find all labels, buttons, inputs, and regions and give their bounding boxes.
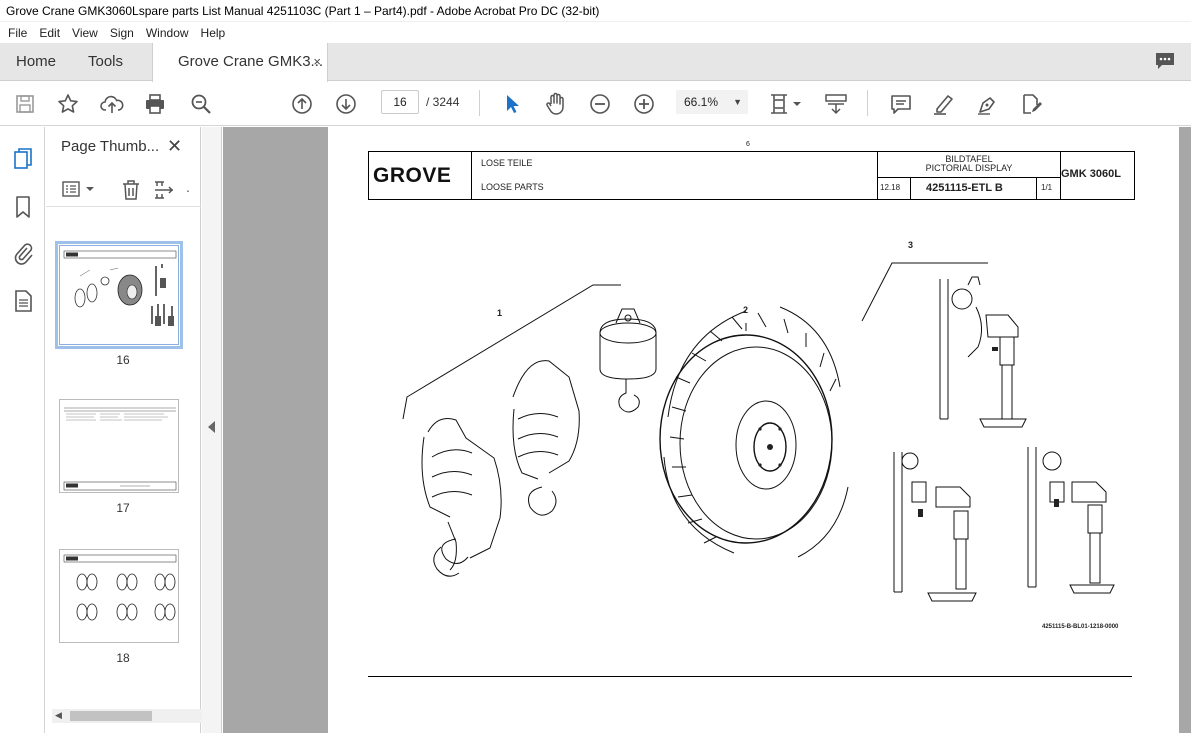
page-thumbnails-icon[interactable] bbox=[12, 147, 34, 171]
hand-icon[interactable] bbox=[544, 92, 568, 116]
window-title: Grove Crane GMK3060Lspare parts List Man… bbox=[0, 0, 1191, 22]
chat-icon[interactable] bbox=[1155, 52, 1175, 70]
delete-icon[interactable] bbox=[121, 179, 141, 201]
extract-pages-icon[interactable] bbox=[153, 179, 175, 201]
callout-2: 2 bbox=[743, 305, 749, 315]
thumbnail-page-number: 17 bbox=[116, 501, 130, 515]
panel-splitter[interactable] bbox=[202, 127, 222, 733]
callout-1: 1 bbox=[497, 308, 503, 318]
scroll-mode-icon[interactable] bbox=[824, 92, 848, 116]
zoom-in-icon[interactable] bbox=[632, 92, 656, 116]
sign-icon[interactable] bbox=[976, 92, 1000, 116]
bookmarks-icon[interactable] bbox=[12, 195, 34, 219]
zoom-select[interactable]: 66.1% ▼ bbox=[676, 90, 748, 114]
tab-close-icon[interactable]: × bbox=[313, 43, 321, 81]
chevron-down-icon: ▼ bbox=[733, 97, 742, 107]
highlight-icon[interactable] bbox=[932, 92, 956, 116]
bookmark-star-icon[interactable] bbox=[56, 92, 80, 116]
zoom-value: 66.1% bbox=[684, 95, 719, 109]
attachments-icon[interactable] bbox=[12, 241, 34, 265]
search-zoom-icon[interactable] bbox=[189, 92, 213, 116]
panel-toolbar: . bbox=[46, 171, 201, 207]
panel-title: Page Thumb... bbox=[61, 138, 160, 155]
pdf-page: 6 BILDTAFEL PICTORIAL DISPLAY 12.18 4251… bbox=[328, 127, 1179, 733]
print-icon[interactable] bbox=[143, 92, 167, 116]
tab-tools[interactable]: Tools bbox=[88, 43, 123, 81]
collapse-panel-icon[interactable] bbox=[208, 421, 215, 433]
thumbnail-hscrollbar[interactable]: ◀ ▶ bbox=[52, 709, 222, 723]
footer-rule bbox=[368, 676, 1132, 677]
tab-document-label: Grove Crane GMK3... bbox=[178, 53, 324, 70]
left-rail bbox=[0, 127, 45, 733]
document-view[interactable]: 6 BILDTAFEL PICTORIAL DISPLAY 12.18 4251… bbox=[223, 127, 1191, 733]
tab-home[interactable]: Home bbox=[16, 43, 56, 81]
tab-bar: Home Tools Grove Crane GMK3... × bbox=[0, 43, 1191, 82]
scroll-left-icon[interactable]: ◀ bbox=[55, 710, 62, 721]
more-icon[interactable]: . bbox=[186, 179, 190, 195]
toolbar bbox=[0, 82, 1191, 126]
menu-edit[interactable]: Edit bbox=[33, 26, 66, 40]
thumbnail-preview bbox=[55, 241, 183, 349]
thumbnail-page-number: 16 bbox=[116, 353, 130, 367]
thumbnail-preview bbox=[59, 549, 179, 643]
menu-view[interactable]: View bbox=[66, 26, 104, 40]
edit-pdf-icon[interactable] bbox=[1020, 92, 1044, 116]
thumbnail-list: 16 17 18 bbox=[46, 217, 186, 727]
thumbnail-page-number: 18 bbox=[116, 651, 130, 665]
thumbnail-preview bbox=[59, 399, 179, 493]
page-fit-icon[interactable] bbox=[768, 92, 804, 116]
zoom-out-icon[interactable] bbox=[588, 92, 612, 116]
toolbar-separator bbox=[479, 90, 480, 116]
save-icon[interactable] bbox=[13, 92, 37, 116]
menu-file[interactable]: File bbox=[2, 26, 33, 40]
close-icon[interactable]: ✕ bbox=[167, 136, 182, 157]
page-down-icon[interactable] bbox=[334, 92, 358, 116]
hscrollbar-thumb[interactable] bbox=[70, 711, 152, 721]
thumbnails-panel: Page Thumb... ✕ . 16 17 18 ◀ bbox=[46, 127, 241, 733]
page-number-input[interactable]: 16 bbox=[381, 90, 419, 114]
drawing-number: 4251115-B-BL01-1218-0000 bbox=[1042, 624, 1119, 630]
parts-illustration bbox=[402, 262, 1115, 602]
menu-bar: File Edit View Sign Window Help bbox=[0, 22, 1191, 43]
page-count: / 3244 bbox=[426, 95, 460, 109]
comment-icon[interactable] bbox=[889, 92, 913, 116]
menu-sign[interactable]: Sign bbox=[104, 26, 140, 40]
options-icon[interactable] bbox=[62, 180, 96, 198]
select-cursor-icon[interactable] bbox=[500, 92, 524, 116]
page-up-icon[interactable] bbox=[290, 92, 314, 116]
upload-icon[interactable] bbox=[100, 92, 124, 116]
tab-document[interactable]: Grove Crane GMK3... × bbox=[152, 43, 328, 82]
toolbar-separator bbox=[867, 90, 868, 116]
menu-window[interactable]: Window bbox=[140, 26, 195, 40]
callout-3: 3 bbox=[908, 240, 914, 250]
document-icon[interactable] bbox=[12, 289, 34, 313]
menu-help[interactable]: Help bbox=[195, 26, 232, 40]
